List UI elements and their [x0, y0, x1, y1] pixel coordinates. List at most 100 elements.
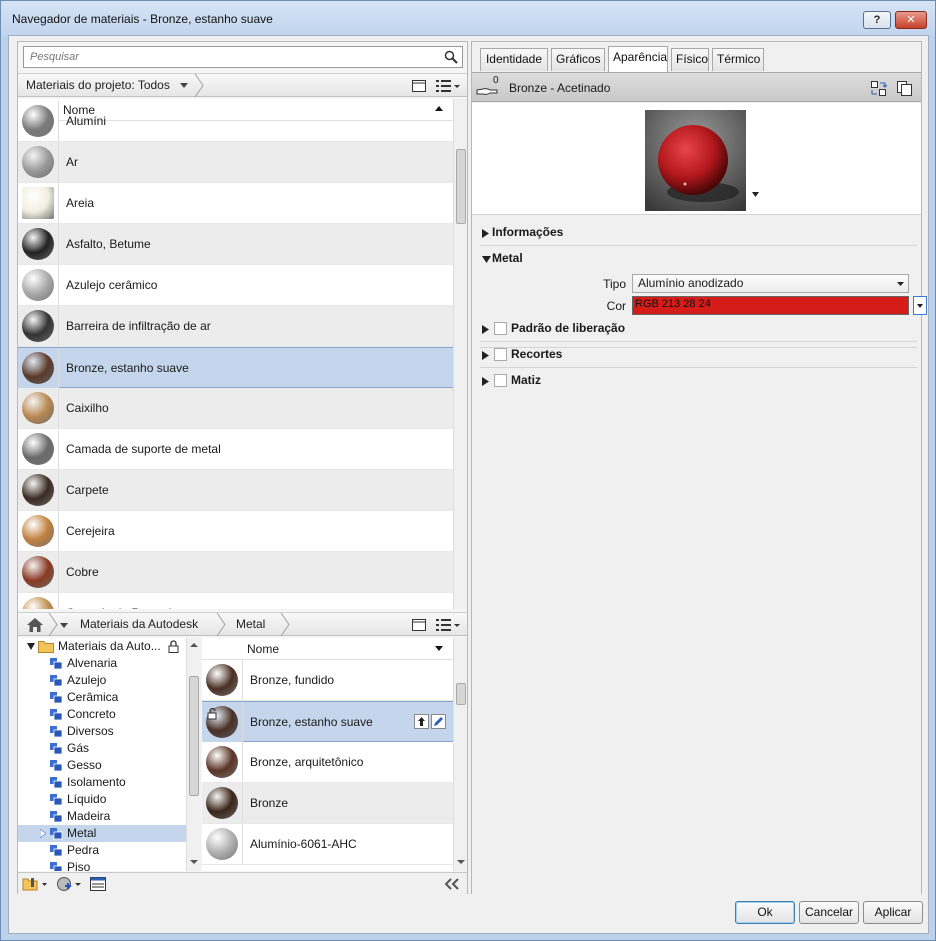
collapse-panel-icon[interactable] — [444, 877, 460, 891]
cutouts-checkbox[interactable] — [494, 348, 507, 361]
ok-button[interactable]: Ok — [735, 901, 795, 924]
collapsed-triangle-icon[interactable] — [482, 377, 490, 386]
project-material-row[interactable]: Azulejo cerâmico — [18, 265, 453, 306]
tree-item-category[interactable]: Gesso — [18, 757, 186, 774]
duplicate-asset-icon[interactable] — [896, 80, 913, 97]
tree-item-category[interactable]: Gás — [18, 740, 186, 757]
tree-scrollbar[interactable] — [186, 638, 201, 871]
tree-item-category[interactable]: Metal — [18, 825, 186, 842]
expanded-triangle-icon[interactable] — [27, 643, 35, 650]
asset-browser-icon[interactable] — [89, 876, 107, 892]
project-material-row[interactable]: Ar — [18, 142, 453, 183]
tint-checkbox[interactable] — [494, 374, 507, 387]
create-material-icon[interactable] — [56, 876, 82, 892]
close-button[interactable]: ✕ — [895, 11, 927, 29]
library-list-header[interactable]: Nome — [202, 638, 453, 660]
library-material-row[interactable]: Bronze, arquitetônico — [202, 742, 453, 783]
project-material-row[interactable]: Areia — [18, 183, 453, 224]
preview-options-icon[interactable] — [752, 192, 759, 197]
tree-item-category[interactable]: Isolamento — [18, 774, 186, 791]
material-preview-sphere[interactable] — [645, 110, 746, 211]
collapsed-triangle-icon[interactable] — [482, 229, 490, 238]
apply-button[interactable]: Aplicar — [863, 901, 923, 924]
section-pattern[interactable]: Padrão de liberação — [480, 316, 917, 342]
tab-0[interactable]: Identidade — [480, 48, 548, 71]
tab-4[interactable]: Térmico — [712, 48, 764, 71]
panel-view-icon[interactable] — [411, 78, 427, 94]
color-field[interactable]: RGB 213 28 24 — [632, 296, 909, 315]
tree-scroll-thumb[interactable] — [189, 676, 199, 796]
title-bar[interactable]: Navegador de materiais - Bronze, estanho… — [1, 1, 935, 35]
tree-item-category[interactable]: Concreto — [18, 706, 186, 723]
category-icon — [50, 692, 63, 704]
library-scroll-thumb[interactable] — [456, 683, 466, 705]
thumb-cell — [18, 348, 59, 388]
tab-3[interactable]: Físico — [671, 48, 709, 71]
material-thumbnail — [22, 228, 54, 260]
sort-dropdown-icon[interactable] — [435, 644, 443, 652]
search-input[interactable] — [24, 47, 439, 67]
project-material-row[interactable]: Camada de suporte de metal — [18, 429, 453, 470]
section-tint[interactable]: Matiz — [480, 368, 917, 394]
tree-item-category[interactable]: Líquido — [18, 791, 186, 808]
replace-asset-icon[interactable] — [870, 80, 887, 97]
tab-1[interactable]: Gráficos — [551, 48, 605, 71]
collapsed-triangle-icon[interactable] — [482, 351, 490, 360]
project-material-row[interactable]: Cerejeira — [18, 511, 453, 552]
library-material-row[interactable]: Bronze, fundido — [202, 660, 453, 701]
tab-2[interactable]: Aparência — [608, 46, 668, 72]
scroll-up-icon[interactable] — [190, 641, 198, 649]
library-list-scrollbar[interactable] — [453, 638, 467, 871]
project-material-row[interactable]: Cobre — [18, 552, 453, 593]
collapsed-triangle-icon[interactable] — [40, 829, 46, 838]
material-name: Bronze — [250, 796, 289, 810]
material-thumbnail — [22, 474, 54, 506]
category-icon — [50, 743, 63, 755]
tree-item-category[interactable]: Pedra — [18, 842, 186, 859]
thumb-cell — [202, 824, 243, 864]
search-icon[interactable] — [444, 50, 458, 64]
material-thumbnail — [22, 433, 54, 465]
tree-item-category[interactable]: Alvenaria — [18, 655, 186, 672]
section-cutouts[interactable]: Recortes — [480, 342, 917, 368]
type-dropdown[interactable]: Alumínio anodizado — [632, 274, 909, 293]
edit-material-icon[interactable] — [431, 714, 446, 729]
help-button[interactable]: ? — [863, 11, 891, 29]
tree-item-category[interactable]: Piso — [18, 859, 186, 871]
collapsed-triangle-icon[interactable] — [482, 325, 490, 334]
project-material-row[interactable]: Alumíni — [18, 101, 453, 142]
project-material-row[interactable]: Camada de Revestimento — [18, 593, 453, 609]
tree-item-category[interactable]: Diversos — [18, 723, 186, 740]
tree-item-category[interactable]: Cerâmica — [18, 689, 186, 706]
tree-root-autodesk[interactable]: Materiais da Auto... — [18, 638, 186, 655]
color-options-button[interactable] — [913, 296, 927, 315]
project-material-row[interactable]: Barreira de infiltração de ar — [18, 306, 453, 347]
library-material-row[interactable]: Alumínio-6061-AHC — [202, 824, 453, 865]
type-value: Alumínio anodizado — [638, 276, 744, 290]
library-material-row[interactable]: Bronze — [202, 783, 453, 824]
scroll-down-icon[interactable] — [457, 858, 465, 866]
project-scroll-thumb[interactable] — [456, 149, 466, 224]
tree-root-label: Materiais da Auto... — [58, 639, 161, 653]
material-thumbnail — [22, 392, 54, 424]
section-info[interactable]: Informações — [480, 220, 917, 246]
library-materials-list: Nome Bronze, fundido Bronze, estanho sua… — [202, 638, 453, 871]
project-material-row[interactable]: Asfalto, Betume — [18, 224, 453, 265]
library-material-row[interactable]: Bronze, estanho suave — [202, 701, 453, 742]
project-filter-dropdown[interactable]: Materiais do projeto: Todos — [18, 74, 188, 97]
manage-library-icon[interactable] — [22, 876, 48, 892]
expanded-triangle-icon[interactable] — [482, 256, 491, 264]
tree-item-category[interactable]: Madeira — [18, 808, 186, 825]
add-to-document-icon[interactable] — [414, 714, 429, 729]
tree-item-category[interactable]: Azulejo — [18, 672, 186, 689]
scroll-down-icon[interactable] — [190, 858, 198, 866]
pattern-checkbox[interactable] — [494, 322, 507, 335]
cancel-button[interactable]: Cancelar — [799, 901, 859, 924]
project-material-row[interactable]: Caixilho — [18, 388, 453, 429]
list-view-options-icon[interactable] — [435, 78, 461, 94]
lock-icon — [168, 640, 179, 653]
project-material-row[interactable]: Carpete — [18, 470, 453, 511]
project-list-scrollbar[interactable] — [453, 99, 467, 609]
project-material-row[interactable]: Bronze, estanho suave — [18, 347, 453, 388]
thumb-cell — [18, 183, 59, 223]
